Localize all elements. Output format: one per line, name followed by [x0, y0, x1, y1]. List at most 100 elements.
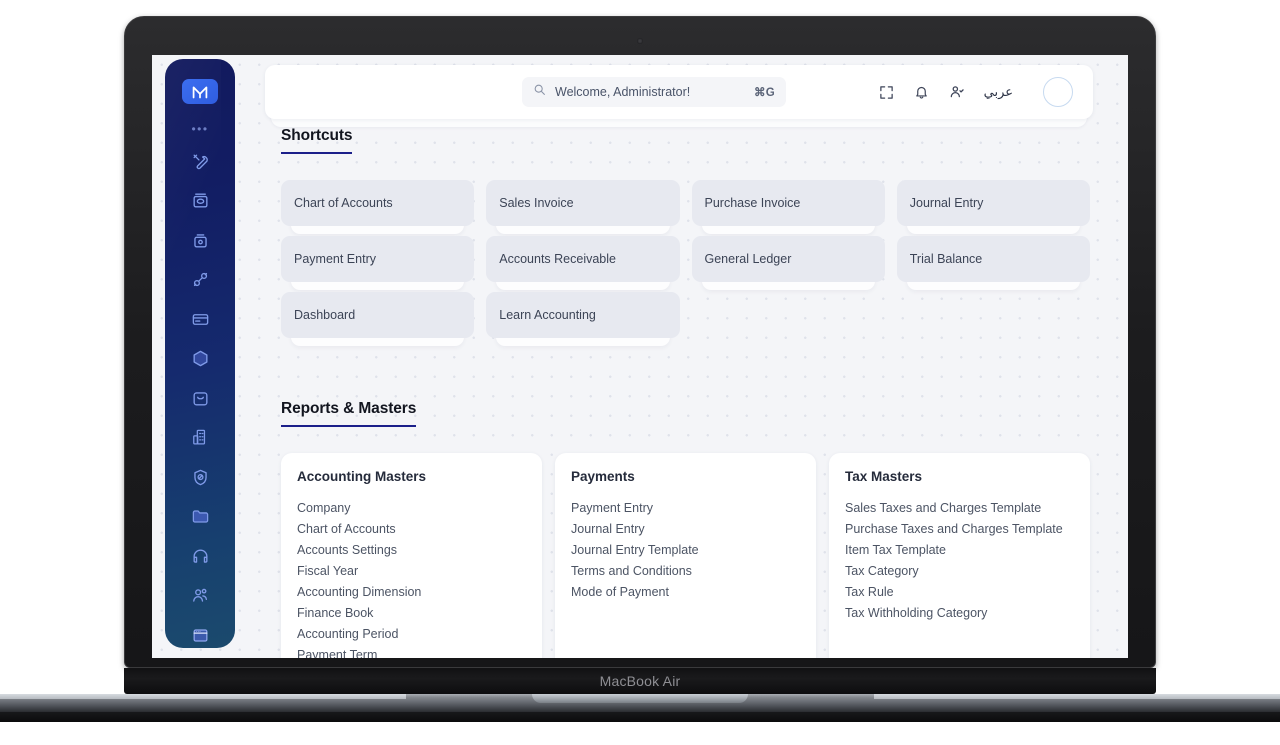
sidebar-item-tools[interactable] — [185, 148, 215, 174]
shortcut-surface: General Ledger — [691, 236, 885, 282]
master-link[interactable]: Tax Rule — [845, 581, 1074, 602]
page-title-reports-masters: Reports & Masters — [281, 400, 416, 427]
masters-grid: Accounting Masters Company Chart of Acco… — [281, 453, 1090, 658]
master-link[interactable]: Journal Entry Template — [571, 539, 800, 560]
avatar[interactable] — [1043, 77, 1073, 107]
master-link[interactable]: Mode of Payment — [571, 581, 800, 602]
sidebar-item-hr[interactable] — [185, 583, 215, 609]
sidebar: ••• — [165, 59, 235, 648]
shortcut-label: Trial Balance — [909, 252, 983, 266]
sidebar-item-assets[interactable] — [185, 188, 215, 214]
brand-logo-icon[interactable] — [182, 79, 218, 104]
shortcut-label: General Ledger — [704, 252, 792, 266]
fullscreen-icon[interactable] — [877, 82, 897, 102]
shortcut-label: Chart of Accounts — [294, 196, 393, 210]
master-link[interactable]: Journal Entry — [571, 518, 800, 539]
master-link[interactable]: Chart of Accounts — [297, 518, 526, 539]
bell-icon[interactable] — [912, 82, 932, 102]
master-card-title: Tax Masters — [845, 469, 923, 484]
search-input[interactable]: Welcome, Administrator! ⌘G — [522, 77, 786, 107]
shortcut-card[interactable]: Chart of Accounts — [281, 180, 475, 234]
sidebar-item-stock[interactable] — [185, 227, 215, 253]
shortcut-card[interactable]: Dashboard — [281, 292, 475, 346]
master-link[interactable]: Accounting Dimension — [297, 581, 526, 602]
shortcut-card[interactable]: Trial Balance — [896, 236, 1090, 290]
sidebar-item-quality[interactable] — [185, 464, 215, 490]
master-link[interactable]: Purchase Taxes and Charges Template — [845, 518, 1074, 539]
laptop-base: MacBook Air — [124, 668, 1156, 694]
shortcut-card[interactable]: Purchase Invoice — [691, 180, 885, 234]
master-card: Accounting Masters Company Chart of Acco… — [281, 453, 542, 658]
shortcut-card[interactable]: Payment Entry — [281, 236, 475, 290]
sidebar-item-manufacturing[interactable] — [185, 346, 215, 372]
sidebar-item-company[interactable] — [185, 425, 215, 451]
sidebar-item-support[interactable] — [185, 543, 215, 569]
master-link[interactable]: Fiscal Year — [297, 560, 526, 581]
topbar: Welcome, Administrator! ⌘G عربي — [265, 65, 1093, 127]
master-link[interactable]: Finance Book — [297, 602, 526, 623]
shortcut-surface: Trial Balance — [896, 236, 1090, 282]
language-toggle[interactable]: عربي — [982, 84, 1015, 100]
search-value: Welcome, Administrator! — [555, 85, 691, 99]
master-link[interactable]: Payment Term — [297, 644, 526, 659]
shortcut-card[interactable]: Journal Entry — [896, 180, 1090, 234]
master-link[interactable]: Sales Taxes and Charges Template — [845, 497, 1074, 518]
shortcut-card[interactable]: Accounts Receivable — [486, 236, 680, 290]
master-link[interactable]: Accounting Period — [297, 623, 526, 644]
page-title-shortcuts: Shortcuts — [281, 127, 353, 154]
topbar-surface: Welcome, Administrator! ⌘G عربي — [265, 65, 1093, 119]
master-surface: Payments Payment Entry Journal Entry Jou… — [555, 453, 816, 658]
master-surface: Accounting Masters Company Chart of Acco… — [281, 453, 542, 658]
master-link[interactable]: Company — [297, 497, 526, 518]
shortcut-surface: Sales Invoice — [486, 180, 680, 226]
master-surface: Tax Masters Sales Taxes and Charges Temp… — [829, 453, 1090, 658]
shortcut-label: Accounts Receivable — [499, 252, 616, 266]
shortcut-label: Sales Invoice — [499, 196, 574, 210]
master-link[interactable]: Tax Withholding Category — [845, 602, 1074, 623]
topbar-actions: عربي — [877, 77, 1073, 107]
shortcut-card[interactable]: General Ledger — [691, 236, 885, 290]
shortcut-label: Dashboard — [294, 308, 356, 322]
master-card: Tax Masters Sales Taxes and Charges Temp… — [829, 453, 1090, 658]
master-link[interactable]: Payment Entry — [571, 497, 800, 518]
sidebar-more-dots[interactable]: ••• — [191, 123, 208, 135]
master-link[interactable]: Accounts Settings — [297, 539, 526, 560]
shortcut-surface: Chart of Accounts — [281, 180, 475, 226]
shortcut-label: Purchase Invoice — [704, 196, 801, 210]
laptop-hinge-edge-left — [0, 694, 406, 699]
master-link[interactable]: Terms and Conditions — [571, 560, 800, 581]
laptop-hinge-notch — [532, 694, 748, 703]
shortcut-surface: Journal Entry — [896, 180, 1090, 226]
laptop-screen: ••• Welcome, Administrator! ⌘G عربي Shor… — [152, 55, 1128, 658]
shortcut-surface: Purchase Invoice — [691, 180, 885, 226]
sidebar-item-projects[interactable] — [185, 504, 215, 530]
master-card-title: Accounting Masters — [297, 469, 427, 484]
master-card-title: Payments — [571, 469, 635, 484]
master-link[interactable]: Tax Category — [845, 560, 1074, 581]
search-icon — [533, 83, 546, 101]
laptop-mockup: ••• Welcome, Administrator! ⌘G عربي Shor… — [0, 0, 1280, 745]
shortcut-surface: Accounts Receivable — [486, 236, 680, 282]
laptop-hinge-edge-right — [874, 694, 1280, 699]
sidebar-item-accounting[interactable] — [185, 306, 215, 332]
sidebar-nav — [185, 148, 215, 648]
laptop-foot — [0, 712, 1280, 722]
device-brand-label: MacBook Air — [599, 673, 681, 689]
master-link[interactable]: Item Tax Template — [845, 539, 1074, 560]
sidebar-item-integrations[interactable] — [185, 267, 215, 293]
reports-masters-section: Reports & Masters Accounting Masters Com… — [281, 400, 1090, 658]
shortcut-surface: Payment Entry — [281, 236, 475, 282]
shortcut-card[interactable]: Learn Accounting — [486, 292, 680, 346]
main-content: Shortcuts Chart of Accounts Sales Invoic… — [265, 127, 1106, 658]
sidebar-item-selling[interactable] — [185, 385, 215, 411]
app-window: ••• Welcome, Administrator! ⌘G عربي Shor… — [152, 55, 1128, 658]
shortcut-surface: Dashboard — [281, 292, 475, 338]
shortcut-label: Journal Entry — [909, 196, 984, 210]
shortcut-label: Learn Accounting — [499, 308, 596, 322]
shortcut-surface: Learn Accounting — [486, 292, 680, 338]
search-shortcut-hint: ⌘G — [753, 87, 775, 99]
shortcut-label: Payment Entry — [294, 252, 376, 266]
shortcut-card[interactable]: Sales Invoice — [486, 180, 680, 234]
user-check-icon[interactable] — [947, 82, 967, 102]
sidebar-item-website[interactable] — [185, 622, 215, 648]
